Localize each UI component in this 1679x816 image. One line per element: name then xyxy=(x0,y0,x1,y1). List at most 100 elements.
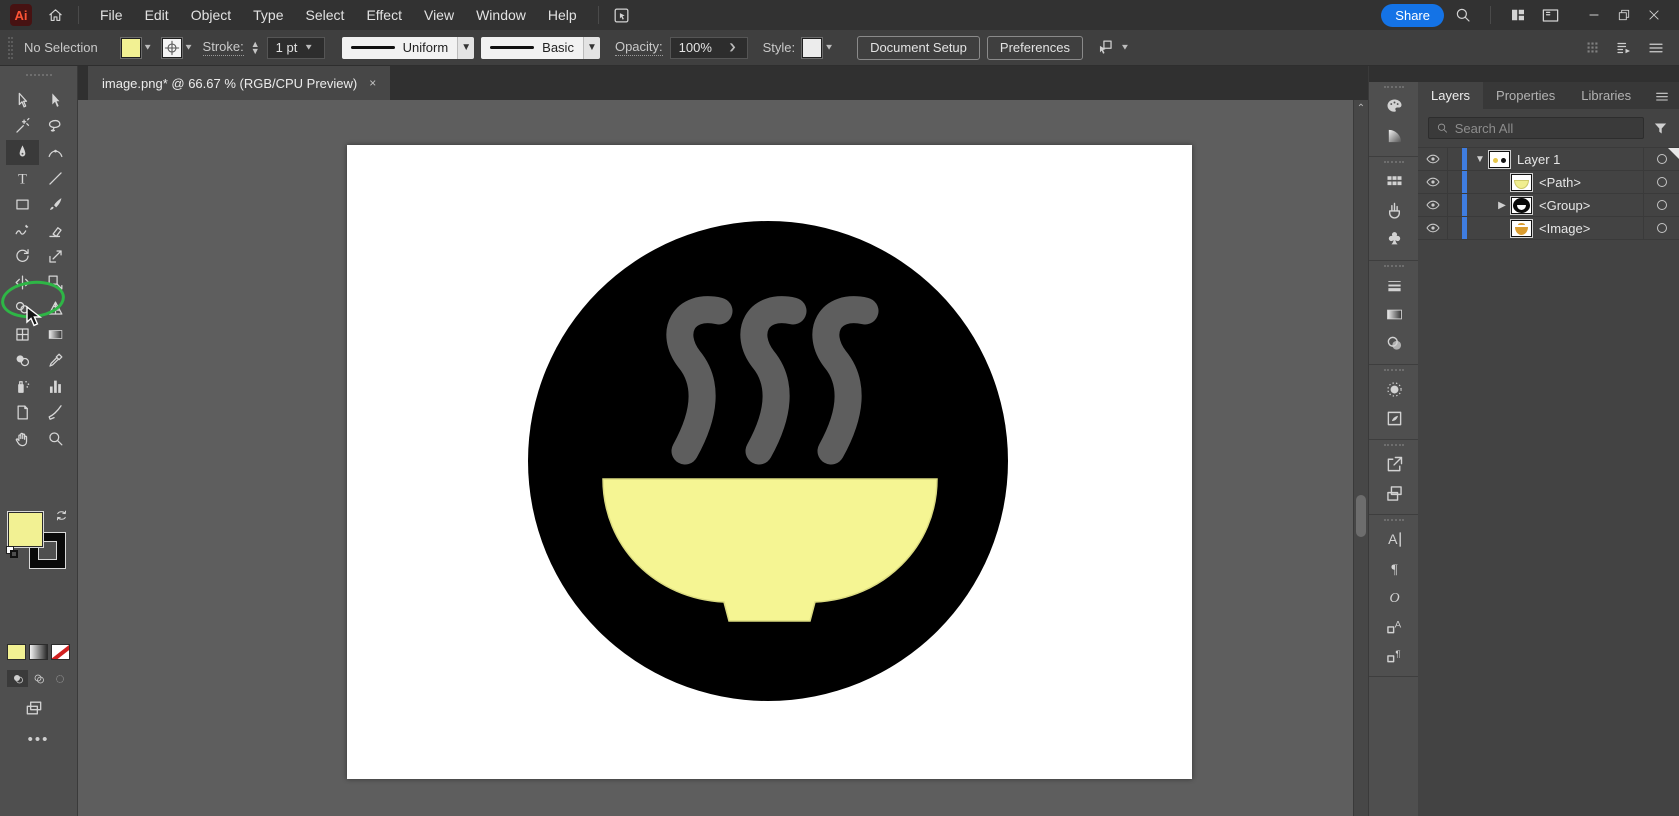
tool-eyedropper[interactable] xyxy=(39,348,72,373)
menu-effect[interactable]: Effect xyxy=(355,0,413,30)
layer-label[interactable]: <Path> xyxy=(1539,175,1643,190)
opacity-field[interactable]: 100% ❯ xyxy=(669,36,748,59)
character-panel-icon[interactable]: A xyxy=(1369,525,1419,554)
transparency-panel-icon[interactable] xyxy=(1369,329,1419,358)
panel-menu-icon[interactable] xyxy=(1644,82,1679,109)
brush-definition-field[interactable]: Basic xyxy=(481,36,583,59)
draw-behind-button[interactable] xyxy=(28,670,49,687)
swatches-panel-icon[interactable] xyxy=(1369,167,1419,196)
tool-magic-wand[interactable] xyxy=(6,114,39,139)
workspace-switcher-icon[interactable] xyxy=(1505,4,1531,26)
swap-fill-stroke-icon[interactable] xyxy=(54,508,69,523)
stroke-dropdown-chevron-icon[interactable]: ▼ xyxy=(182,43,196,52)
layer-thumbnail-path[interactable] xyxy=(1511,173,1532,191)
tool-artboard[interactable] xyxy=(6,400,39,425)
home-icon[interactable] xyxy=(42,4,68,26)
tool-symbol-sprayer[interactable] xyxy=(6,374,39,399)
tool-gradient[interactable] xyxy=(39,322,72,347)
select-similar-chevron-icon[interactable]: ▼ xyxy=(1118,43,1132,52)
tab-libraries[interactable]: Libraries xyxy=(1568,82,1644,109)
menu-view[interactable]: View xyxy=(413,0,465,30)
stroke-weight-field[interactable]: 1 pt ▼ xyxy=(266,36,325,59)
share-button[interactable]: Share xyxy=(1381,3,1444,27)
layers-search-input[interactable] xyxy=(1454,120,1636,136)
tool-paintbrush[interactable] xyxy=(39,192,72,217)
tool-direct-selection[interactable] xyxy=(39,88,72,113)
tool-column-graph[interactable] xyxy=(39,374,72,399)
target-circle-icon[interactable] xyxy=(1643,171,1679,193)
tool-perspective-grid[interactable] xyxy=(39,296,72,321)
filter-icon[interactable] xyxy=(1652,120,1669,137)
draw-normal-button[interactable] xyxy=(7,670,28,687)
layer-row-layer-1[interactable]: ▼ Layer 1 xyxy=(1418,148,1679,171)
layer-thumbnail-layer[interactable] xyxy=(1489,150,1510,168)
gradient-panel-icon[interactable] xyxy=(1369,300,1419,329)
symbols-panel-icon[interactable] xyxy=(1369,225,1419,254)
layer-label[interactable]: <Image> xyxy=(1539,221,1643,236)
target-circle-icon[interactable] xyxy=(1643,217,1679,239)
width-profile-chevron-icon[interactable]: ▼ xyxy=(457,36,475,59)
scroll-up-icon[interactable]: ⌃ xyxy=(1354,103,1368,114)
expander-right-icon[interactable]: ▶ xyxy=(1493,200,1511,211)
tool-type[interactable]: T xyxy=(6,166,39,191)
dock-control-icon[interactable] xyxy=(1615,39,1633,57)
character-styles-panel-icon[interactable]: A xyxy=(1369,612,1419,641)
layer-thumbnail-group[interactable] xyxy=(1511,196,1532,214)
dock-group-grip[interactable] xyxy=(1383,519,1404,521)
search-icon[interactable] xyxy=(1450,4,1476,26)
snap-options-icon[interactable] xyxy=(1584,39,1601,56)
menu-help[interactable]: Help xyxy=(537,0,588,30)
tool-mesh[interactable] xyxy=(6,322,39,347)
asset-export-panel-icon[interactable] xyxy=(1369,450,1419,479)
artboard[interactable] xyxy=(347,145,1192,779)
dock-group-grip[interactable] xyxy=(1383,265,1404,267)
app-logo[interactable]: Ai xyxy=(10,4,32,26)
tool-shaper[interactable] xyxy=(6,218,39,243)
layer-row-path[interactable]: <Path> xyxy=(1418,171,1679,194)
touch-workspace-icon[interactable] xyxy=(609,4,635,26)
gradient-button[interactable] xyxy=(29,644,48,660)
layer-label[interactable]: Layer 1 xyxy=(1517,152,1643,167)
tab-layers[interactable]: Layers xyxy=(1418,82,1484,109)
color-guide-panel-icon[interactable] xyxy=(1369,121,1419,150)
minimize-button[interactable] xyxy=(1579,2,1609,28)
expander-down-icon[interactable]: ▼ xyxy=(1471,154,1489,165)
style-swatch[interactable] xyxy=(801,36,824,59)
dock-group-grip[interactable] xyxy=(1383,369,1404,371)
menu-object[interactable]: Object xyxy=(180,0,242,30)
layer-thumbnail-image[interactable] xyxy=(1511,219,1532,237)
tool-width[interactable] xyxy=(6,270,39,295)
fill-color-swatch[interactable] xyxy=(119,36,142,59)
paragraph-styles-panel-icon[interactable]: ¶ xyxy=(1369,641,1419,670)
target-circle-icon[interactable] xyxy=(1643,194,1679,216)
tab-properties[interactable]: Properties xyxy=(1483,82,1568,109)
opentype-panel-icon[interactable]: O xyxy=(1369,583,1419,612)
stroke-panel-link[interactable]: Stroke: xyxy=(202,39,244,56)
visibility-eye-icon[interactable] xyxy=(1418,148,1448,170)
canvas-pasteboard[interactable]: ⌃ xyxy=(78,100,1368,816)
default-fill-stroke-icon[interactable] xyxy=(6,546,19,559)
toolbar-more-button[interactable]: ••• xyxy=(0,731,77,748)
tool-eraser[interactable] xyxy=(39,218,72,243)
dock-group-grip[interactable] xyxy=(1383,444,1404,446)
tool-line-segment[interactable] xyxy=(39,166,72,191)
dock-group-grip[interactable] xyxy=(1383,86,1404,88)
restore-button[interactable] xyxy=(1609,2,1639,28)
tool-rotate[interactable] xyxy=(6,244,39,269)
tool-slice[interactable] xyxy=(39,400,72,425)
color-panel-icon[interactable] xyxy=(1369,92,1419,121)
control-bar-menu-icon[interactable] xyxy=(1647,39,1665,57)
menu-type[interactable]: Type xyxy=(242,0,294,30)
layer-row-image[interactable]: <Image> xyxy=(1418,217,1679,240)
opacity-expand-icon[interactable]: ❯ xyxy=(726,43,738,52)
none-button[interactable] xyxy=(51,644,70,660)
menu-select[interactable]: Select xyxy=(295,0,356,30)
soup-bowl-artwork[interactable] xyxy=(347,145,1192,779)
artboards-panel-icon[interactable] xyxy=(1369,479,1419,508)
visibility-eye-icon[interactable] xyxy=(1418,194,1448,216)
dock-group-grip[interactable] xyxy=(1383,161,1404,163)
menu-file[interactable]: File xyxy=(89,0,134,30)
paragraph-panel-icon[interactable]: ¶ xyxy=(1369,554,1419,583)
stroke-weight-chevron-icon[interactable]: ▼ xyxy=(302,43,316,52)
vertical-scrollbar[interactable]: ⌃ xyxy=(1353,100,1368,816)
